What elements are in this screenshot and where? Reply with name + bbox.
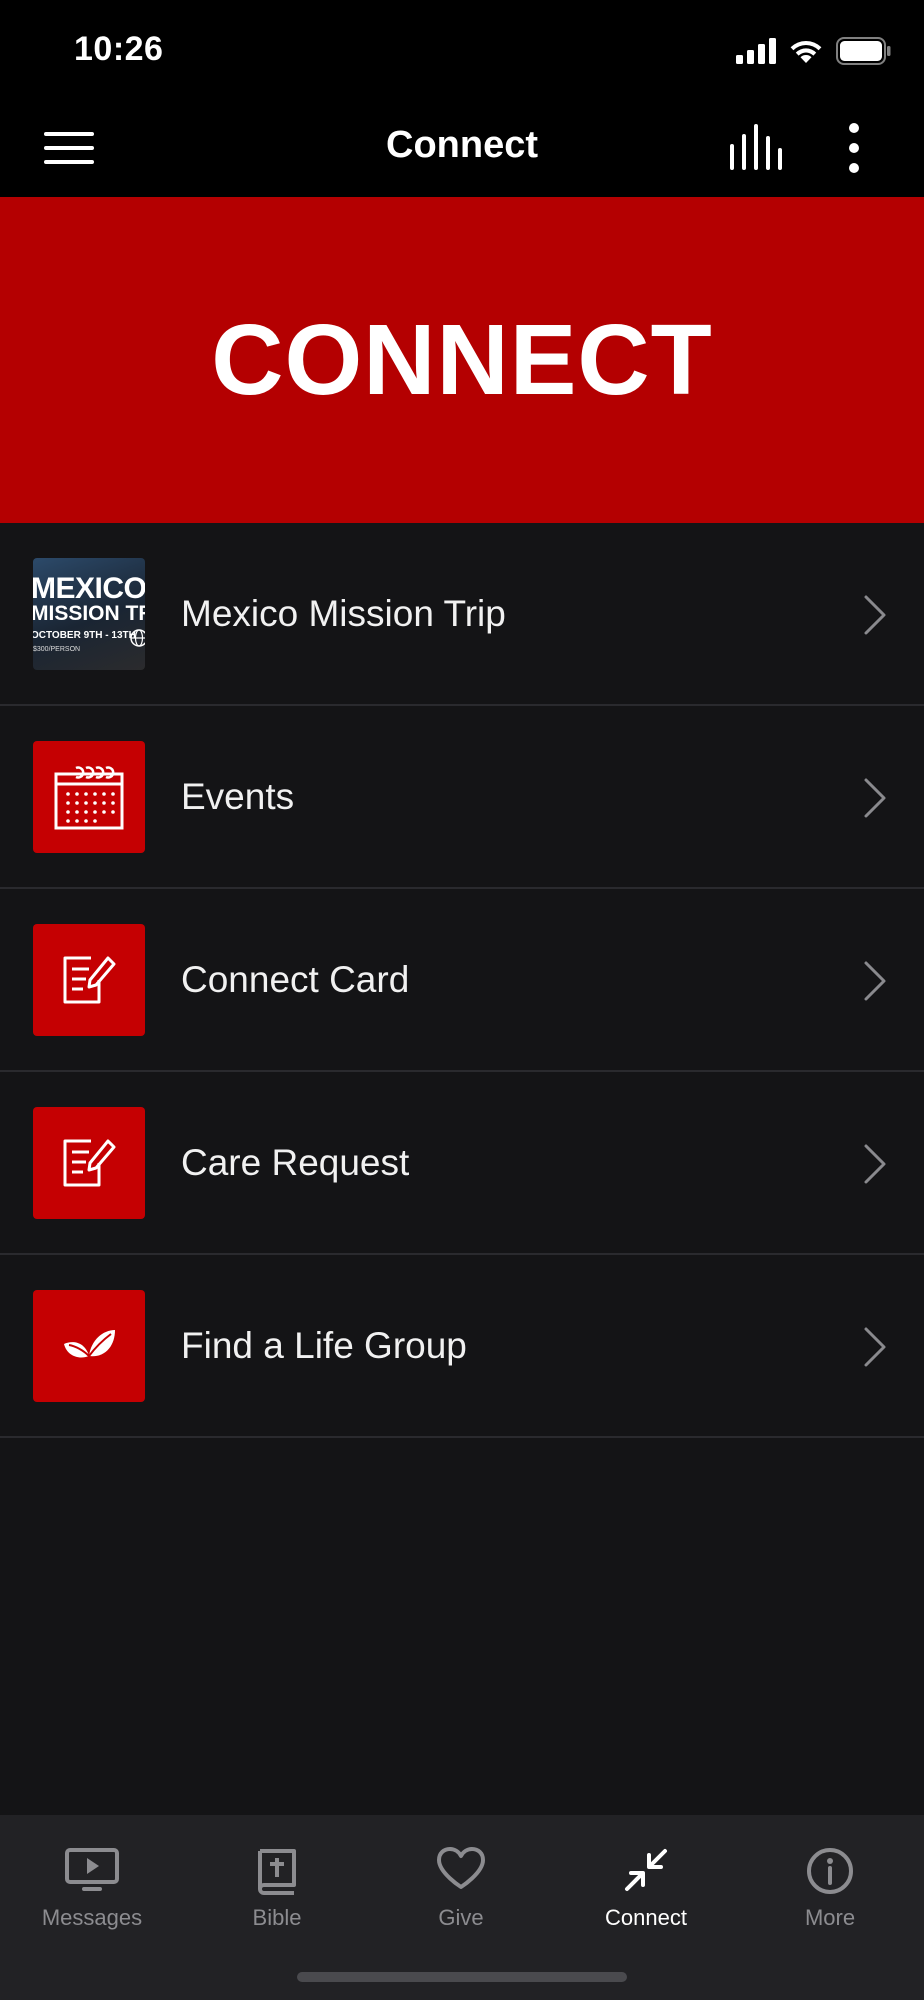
arrows-in-icon (554, 1847, 738, 1897)
banner-title: CONNECT (211, 303, 713, 416)
connect-list: MEXICO MISSION TRIP OCTOBER 9TH - 13TH $… (0, 523, 924, 1438)
tab-label: Connect (605, 1905, 687, 1930)
tab-connect[interactable]: Connect (554, 1833, 738, 1943)
edit-note-icon (33, 1107, 145, 1219)
list-item-label: Events (181, 776, 295, 817)
globe-icon (130, 629, 145, 647)
battery-icon (836, 37, 891, 65)
list-item-label: Care Request (181, 1142, 410, 1183)
thumbnail-line3: OCTOBER 9TH - 13TH (33, 630, 136, 641)
list-item-connect-card[interactable]: Connect Card (0, 889, 924, 1072)
tab-label: More (804, 1905, 856, 1930)
home-indicator (297, 1972, 627, 1982)
calendar-icon (33, 741, 145, 853)
edit-note-icon (33, 924, 145, 1036)
heart-icon (369, 1847, 553, 1897)
info-icon (738, 1847, 922, 1897)
tab-give[interactable]: Give (369, 1833, 553, 1943)
chevron-right-icon (864, 595, 886, 635)
list-item-mexico-mission-trip[interactable]: MEXICO MISSION TRIP OCTOBER 9TH - 13TH $… (0, 523, 924, 706)
chevron-right-icon (864, 961, 886, 1001)
status-icons (736, 36, 892, 66)
mexico-mission-thumbnail: MEXICO MISSION TRIP OCTOBER 9TH - 13TH $… (33, 558, 145, 670)
tab-label: Give (438, 1905, 484, 1930)
tab-bible[interactable]: Bible (185, 1833, 369, 1943)
chevron-right-icon (864, 778, 886, 818)
tab-label: Messages (41, 1905, 143, 1930)
thumbnail-line1: MEXICO (33, 572, 145, 605)
audio-bars-icon[interactable] (728, 122, 784, 172)
list-item-label: Connect Card (181, 959, 410, 1000)
list-item-find-a-life-group[interactable]: Find a Life Group (0, 1255, 924, 1438)
status-bar: 10:26 (0, 0, 924, 100)
chevron-right-icon (864, 1144, 886, 1184)
list-item-label: Find a Life Group (181, 1325, 467, 1366)
page-title: Connect (386, 124, 538, 166)
status-time: 10:26 (74, 30, 164, 68)
navigation-bar: Connect (0, 100, 924, 197)
wifi-icon (790, 41, 822, 63)
tab-messages[interactable]: Messages (0, 1833, 184, 1943)
tab-label: Bible (252, 1905, 302, 1930)
list-item-label: Mexico Mission Trip (181, 593, 506, 634)
list-item-care-request[interactable]: Care Request (0, 1072, 924, 1255)
tab-more[interactable]: More (738, 1833, 922, 1943)
chevron-right-icon (864, 1327, 886, 1367)
thumbnail-line4: $300/PERSON (33, 646, 81, 653)
more-options-icon[interactable] (836, 122, 872, 174)
connect-banner: CONNECT (0, 197, 924, 523)
leaf-icon (33, 1290, 145, 1402)
cellular-signal-icon (736, 38, 776, 64)
thumbnail-line2: MISSION TRIP (33, 602, 145, 625)
bible-icon (185, 1847, 369, 1897)
list-item-events[interactable]: Events (0, 706, 924, 889)
tv-play-icon (0, 1847, 184, 1897)
